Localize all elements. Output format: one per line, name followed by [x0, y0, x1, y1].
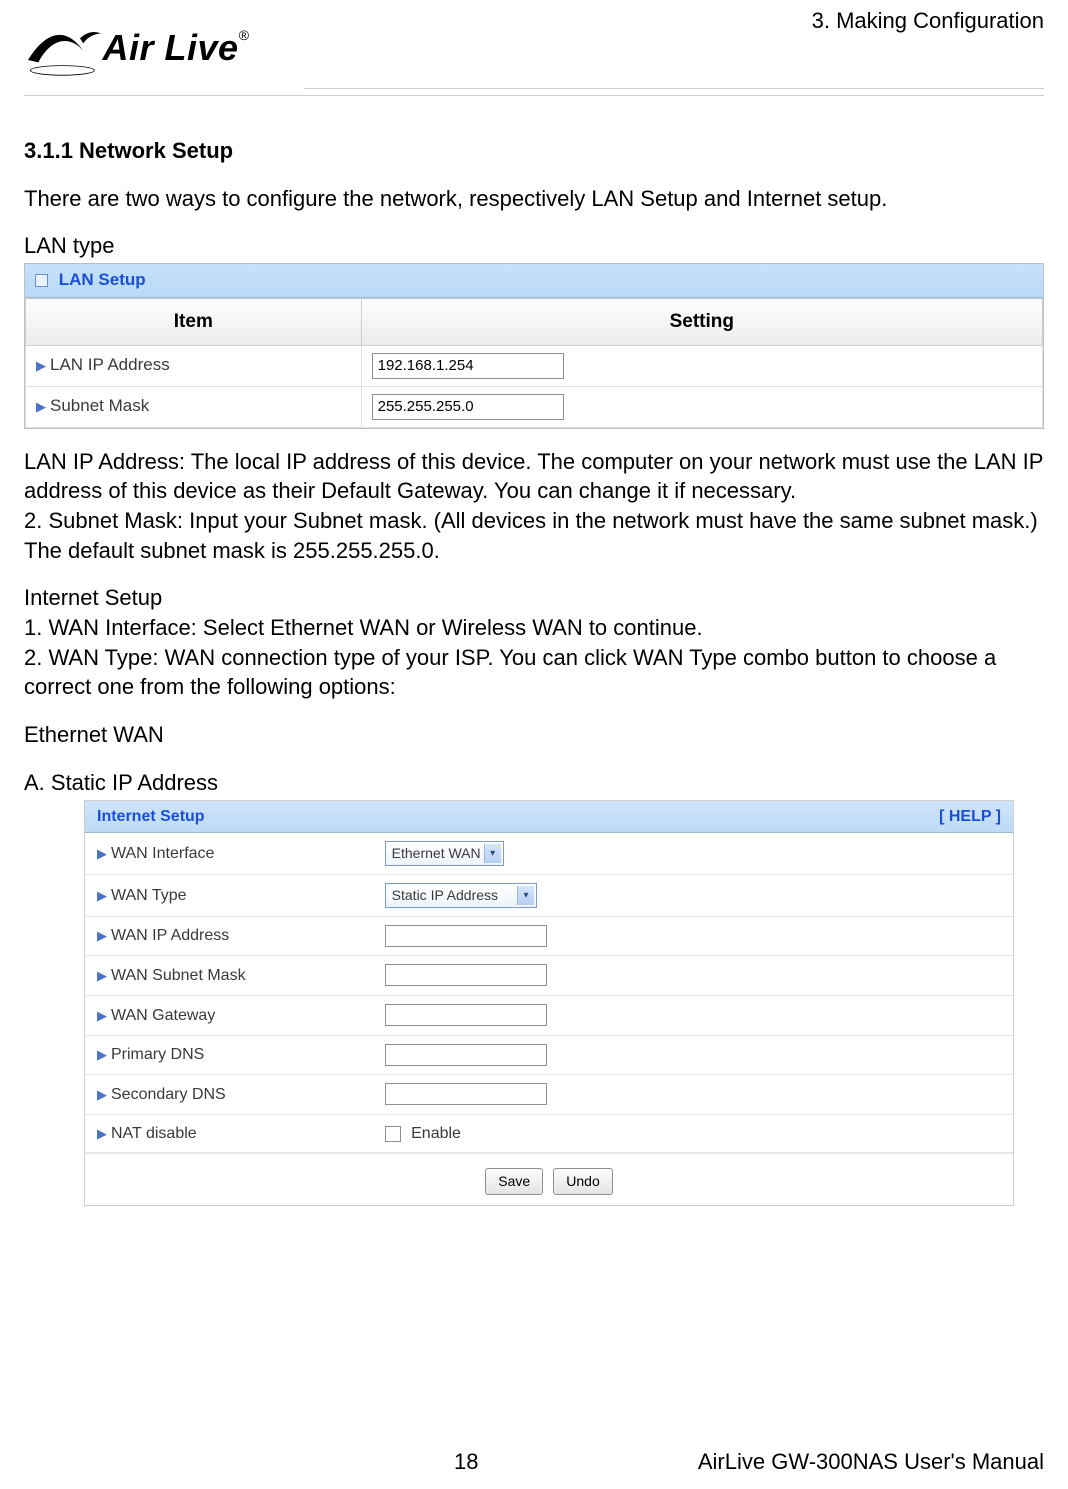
col-item: Item: [26, 299, 362, 346]
table-row: ▶ NAT disable Enable: [85, 1114, 1013, 1153]
subnet-mask-input[interactable]: [372, 394, 564, 420]
internet-li-2: 2. WAN Type: WAN connection type of your…: [24, 643, 1044, 702]
help-link[interactable]: [ HELP ]: [939, 806, 1001, 828]
chevron-down-icon: ▾: [517, 886, 534, 905]
internet-setup-panel: Internet Setup [ HELP ] ▶ WAN Interface E…: [84, 800, 1014, 1207]
col-setting: Setting: [361, 299, 1042, 346]
intro-paragraph: There are two ways to configure the netw…: [24, 184, 1044, 214]
lan-type-label: LAN type: [24, 231, 1044, 261]
caret-icon: ▶: [97, 968, 107, 983]
table-row: ▶ WAN Interface Ethernet WAN ▾: [85, 833, 1013, 874]
caret-icon: ▶: [36, 399, 46, 414]
caret-icon: ▶: [97, 846, 107, 861]
button-row: Save Undo: [85, 1153, 1013, 1205]
wan-gateway-input[interactable]: [385, 1004, 547, 1026]
table-row: ▶ Secondary DNS: [85, 1075, 1013, 1115]
lan-ip-input[interactable]: [372, 353, 564, 379]
table-row: ▶ WAN IP Address: [85, 916, 1013, 956]
nat-enable-text: Enable: [411, 1125, 461, 1142]
logo-text: Air Live®: [102, 27, 249, 69]
nat-disable-label: NAT disable: [111, 1125, 197, 1142]
table-row: ▶ Subnet Mask: [26, 386, 1043, 427]
lan-desc-1: LAN IP Address: The local IP address of …: [24, 447, 1044, 506]
wan-subnet-input[interactable]: [385, 964, 547, 986]
undo-button[interactable]: Undo: [553, 1168, 612, 1195]
secondary-dns-label: Secondary DNS: [111, 1086, 226, 1103]
wan-subnet-label: WAN Subnet Mask: [111, 967, 246, 984]
collapse-icon[interactable]: [35, 274, 48, 287]
wan-interface-label: WAN Interface: [111, 845, 214, 862]
caret-icon: ▶: [97, 1126, 107, 1141]
table-row: ▶ Primary DNS: [85, 1035, 1013, 1075]
wan-type-select[interactable]: Static IP Address ▾: [385, 883, 537, 908]
internet-panel-title: Internet Setup: [97, 806, 205, 828]
table-row: ▶ LAN IP Address: [26, 345, 1043, 386]
wan-ip-label: WAN IP Address: [111, 927, 229, 944]
secondary-dns-input[interactable]: [385, 1083, 547, 1105]
primary-dns-input[interactable]: [385, 1044, 547, 1066]
wan-gateway-label: WAN Gateway: [111, 1007, 215, 1024]
lan-settings-table: Item Setting ▶ LAN IP Address ▶ Subnet Mas…: [25, 298, 1043, 428]
internet-form-table: ▶ WAN Interface Ethernet WAN ▾ ▶ WAN Type: [85, 833, 1013, 1153]
caret-icon: ▶: [97, 1047, 107, 1062]
internet-li-1: 1. WAN Interface: Select Ethernet WAN or…: [24, 613, 1044, 643]
page-number: 18: [454, 1449, 478, 1475]
wan-ip-input[interactable]: [385, 925, 547, 947]
lan-ip-label: LAN IP Address: [50, 355, 170, 374]
table-row: ▶ WAN Gateway: [85, 996, 1013, 1036]
section-heading: 3.1.1 Network Setup: [24, 136, 1044, 166]
nat-enable-checkbox[interactable]: [385, 1126, 401, 1142]
primary-dns-label: Primary DNS: [111, 1046, 204, 1063]
document-title: AirLive GW-300NAS User's Manual: [698, 1449, 1044, 1475]
save-button[interactable]: Save: [485, 1168, 543, 1195]
lan-desc-2: 2. Subnet Mask: Input your Subnet mask. …: [24, 506, 1044, 565]
logo-icon: [24, 16, 104, 80]
subnet-mask-label: Subnet Mask: [50, 396, 149, 415]
caret-icon: ▶: [36, 358, 46, 373]
internet-setup-heading: Internet Setup: [24, 583, 1044, 613]
caret-icon: ▶: [97, 1087, 107, 1102]
caret-icon: ▶: [97, 928, 107, 943]
chevron-down-icon: ▾: [484, 844, 501, 863]
ethernet-wan-heading: Ethernet WAN: [24, 720, 1044, 750]
wan-type-label: WAN Type: [111, 887, 187, 904]
page-footer: 18 AirLive GW-300NAS User's Manual: [24, 1449, 1044, 1475]
static-ip-heading: A. Static IP Address: [24, 768, 1044, 798]
table-row: ▶ WAN Subnet Mask: [85, 956, 1013, 996]
caret-icon: ▶: [97, 888, 107, 903]
lan-panel-header: LAN Setup: [25, 264, 1043, 298]
brand-logo: Air Live®: [24, 16, 1044, 96]
table-row: ▶ WAN Type Static IP Address ▾: [85, 875, 1013, 917]
lan-setup-panel: LAN Setup Item Setting ▶ LAN IP Address ▶…: [24, 263, 1044, 429]
wan-interface-select[interactable]: Ethernet WAN ▾: [385, 841, 504, 866]
caret-icon: ▶: [97, 1008, 107, 1023]
lan-panel-title: LAN Setup: [59, 270, 146, 289]
